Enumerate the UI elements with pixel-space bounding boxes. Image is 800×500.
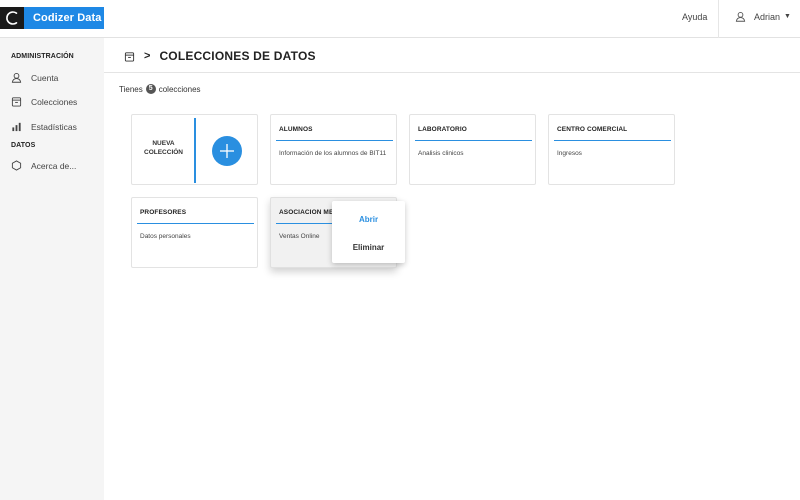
- sidebar-item-colecciones[interactable]: Colecciones: [11, 96, 77, 107]
- collection-title: CENTRO COMERCIAL: [557, 126, 628, 133]
- divider: [718, 0, 719, 38]
- brand-name: Codizer Data: [33, 12, 102, 24]
- user-icon: [11, 73, 22, 83]
- sidebar-item-label: Acerca de...: [31, 160, 77, 171]
- divider: [137, 223, 254, 224]
- bar-chart-icon: [12, 122, 21, 132]
- page-title: COLECCIONES DE DATOS: [159, 49, 316, 63]
- sidebar-section-data: DATOS: [11, 142, 36, 149]
- summary-suffix: colecciones: [158, 84, 201, 94]
- new-collection-line1: NUEVA: [152, 140, 175, 147]
- top-bar: Codizer Data Ayuda Adrian ▼: [0, 0, 800, 38]
- breadcrumb: > COLECCIONES DE DATOS: [124, 49, 316, 63]
- collection-description: Ventas Online: [279, 233, 320, 240]
- user-menu[interactable]: Adrian ▼: [735, 11, 791, 22]
- user-icon: [735, 12, 746, 22]
- sidebar-item-label: Estadísticas: [31, 121, 77, 132]
- collection-card[interactable]: LABORATORIO Analisis clinicos: [409, 114, 536, 185]
- collection-description: Analisis clinicos: [418, 150, 464, 157]
- plus-icon: [220, 144, 234, 158]
- collection-context-menu: Abrir Eliminar: [332, 201, 405, 263]
- collection-description: Ingresos: [557, 150, 582, 157]
- new-collection-line2: COLECCIÓN: [144, 149, 183, 156]
- sidebar-item-acerca[interactable]: Acerca de...: [11, 160, 76, 171]
- divider: [104, 72, 800, 73]
- chevron-down-icon: ▼: [784, 13, 791, 20]
- collection-description: Información de los alumnos de BIT11: [279, 150, 387, 157]
- sidebar-item-cuenta[interactable]: Cuenta: [11, 72, 58, 83]
- collection-description: Datos personales: [140, 233, 191, 240]
- collection-title: LABORATORIO: [418, 126, 467, 133]
- user-name: Adrian: [754, 11, 781, 22]
- sidebar: ADMINISTRACIÓN Cuenta Colecciones Estadí…: [0, 38, 104, 500]
- collection-title: PROFESORES: [140, 209, 187, 216]
- collection-card[interactable]: CENTRO COMERCIAL Ingresos: [548, 114, 675, 185]
- help-link[interactable]: Ayuda: [682, 12, 707, 22]
- circle-arc-icon: [0, 7, 24, 29]
- new-collection-card[interactable]: NUEVA COLECCIÓN: [131, 114, 258, 185]
- add-collection-button[interactable]: [212, 136, 242, 166]
- brand[interactable]: Codizer Data: [0, 7, 104, 29]
- sidebar-item-estadisticas[interactable]: Estadísticas: [11, 121, 77, 132]
- divider: [194, 118, 196, 183]
- divider: [554, 140, 671, 141]
- collection-card[interactable]: ALUMNOS Información de los alumnos de BI…: [270, 114, 397, 185]
- summary-prefix: Tienes: [119, 84, 143, 94]
- sidebar-item-label: Colecciones: [31, 96, 78, 107]
- collection-card[interactable]: PROFESORES Datos personales: [131, 197, 258, 268]
- hexagon-icon: [11, 160, 22, 171]
- breadcrumb-separator: >: [144, 50, 151, 62]
- collection-title: ALUMNOS: [279, 126, 313, 133]
- count-badge: 5: [145, 84, 156, 94]
- archive-icon: [124, 51, 135, 62]
- new-collection-label: NUEVA COLECCIÓN: [132, 139, 195, 157]
- sidebar-section-admin: ADMINISTRACIÓN: [11, 53, 74, 60]
- divider: [415, 140, 532, 141]
- collections-summary: Tienes 5 colecciones: [119, 84, 201, 94]
- open-menu-item[interactable]: Abrir: [332, 215, 405, 224]
- divider: [276, 140, 393, 141]
- archive-icon: [11, 97, 22, 107]
- sidebar-item-label: Cuenta: [31, 72, 59, 83]
- delete-menu-item[interactable]: Eliminar: [332, 243, 405, 252]
